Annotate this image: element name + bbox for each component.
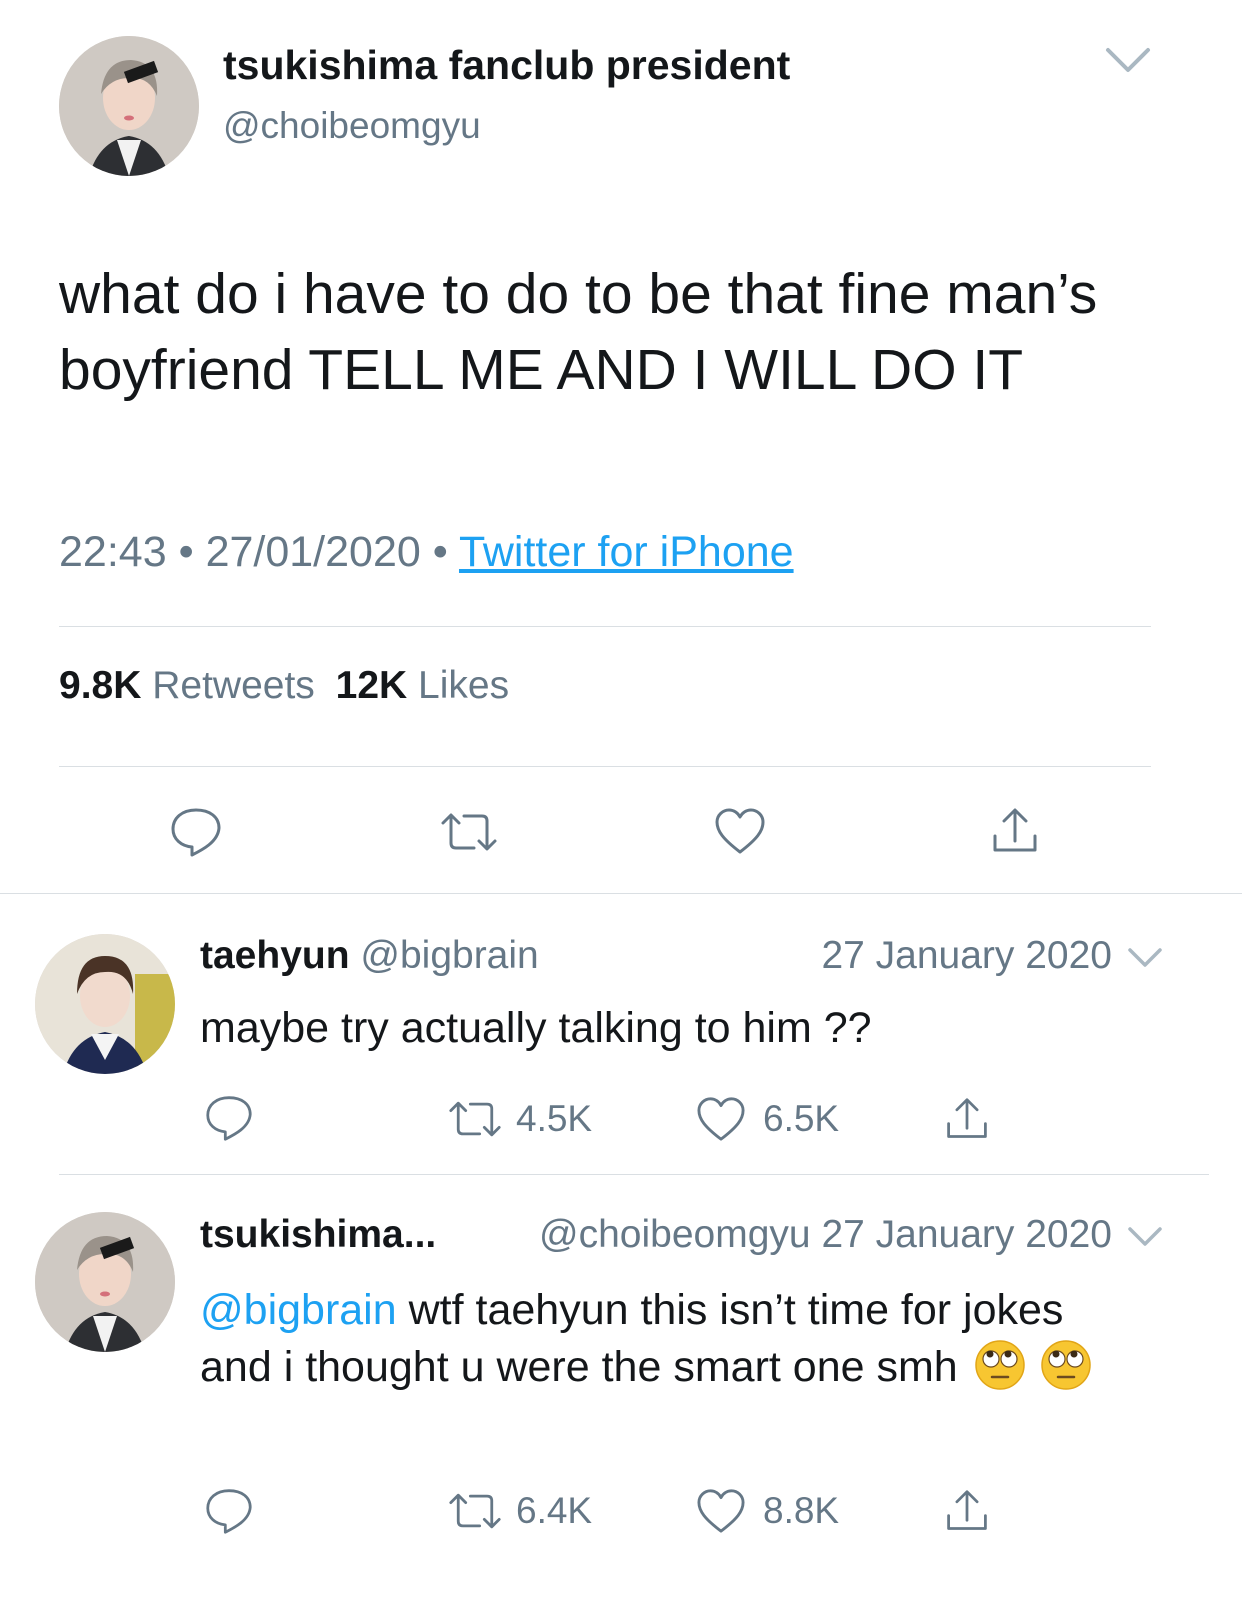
tweet-time: 22:43 [59,528,167,576]
like-heart-icon[interactable] [713,806,767,856]
share-icon[interactable] [990,806,1040,856]
handle[interactable]: @choibeomgyu [539,1213,811,1256]
retweet-icon [448,1098,502,1140]
retweet-count: 4.5K [516,1098,593,1139]
avatar[interactable] [59,36,199,176]
tweet-meta: 22:43 • 27/01/2020 • Twitter for iPhone [59,528,794,577]
reply-handle-date: @choibeomgyu 27 January 2020 [539,1213,1112,1257]
divider [0,893,1242,894]
retweet-icon[interactable] [440,810,498,854]
avatar[interactable] [35,1212,175,1352]
reply-text: @bigbrain wtf taehyun this isn’t time fo… [200,1282,1100,1396]
tweet-date: 27/01/2020 [205,528,421,576]
face-with-rolling-eyes-icon [1040,1339,1092,1391]
display-name[interactable]: tsukishima fanclub president [223,42,790,89]
handle[interactable]: @bigbrain [360,934,538,977]
avatar[interactable] [35,934,175,1074]
display-name[interactable]: taehyun [200,934,350,977]
reply-icon[interactable] [168,806,224,858]
retweets-count: 9.8K [59,664,142,707]
meta-separator: • [432,528,448,576]
retweet-icon [448,1490,502,1532]
likes-count: 12K [335,664,408,707]
reply-date[interactable]: 27 January 2020 [821,1213,1112,1256]
reply-icon[interactable] [203,1487,255,1535]
like-heart-icon [695,1487,747,1535]
engagement-stats: 9.8K Retweets 12K Likes [59,664,509,708]
display-name[interactable]: tsukishima... [200,1213,436,1256]
chevron-down-icon[interactable] [1102,42,1154,78]
face-with-rolling-eyes-icon [974,1339,1026,1391]
handle[interactable]: @choibeomgyu [223,105,481,147]
reply-icon[interactable] [203,1094,255,1142]
likes-stat[interactable]: 12K Likes [336,664,509,707]
retweets-label: Retweets [152,664,315,707]
like-count: 6.5K [763,1098,840,1139]
like-count: 8.8K [763,1490,840,1531]
reply-header: taehyun @bigbrain [200,934,539,978]
retweet-action[interactable]: 4.5K [448,1097,592,1141]
reply-date[interactable]: 27 January 2020 [821,934,1112,978]
divider [59,766,1151,767]
share-icon[interactable] [944,1488,990,1534]
like-heart-icon [695,1095,747,1143]
mention-link[interactable]: @bigbrain [200,1286,397,1334]
divider [59,626,1151,627]
chevron-down-icon[interactable] [1126,1223,1164,1251]
like-action[interactable]: 8.8K [695,1487,839,1535]
reply-text: maybe try actually talking to him ?? [200,1004,872,1052]
tweet-text: what do i have to do to be that fine man… [59,262,1098,402]
retweet-count: 6.4K [516,1490,593,1531]
share-icon[interactable] [944,1096,990,1142]
chevron-down-icon[interactable] [1126,944,1164,972]
reply-header: tsukishima... [200,1213,436,1257]
retweet-action[interactable]: 6.4K [448,1489,592,1533]
divider [59,1174,1209,1175]
like-action[interactable]: 6.5K [695,1095,839,1143]
meta-separator: • [178,528,194,576]
source-link[interactable]: Twitter for iPhone [459,528,794,576]
likes-label: Likes [418,664,510,707]
retweets-stat[interactable]: 9.8K Retweets [59,664,326,707]
